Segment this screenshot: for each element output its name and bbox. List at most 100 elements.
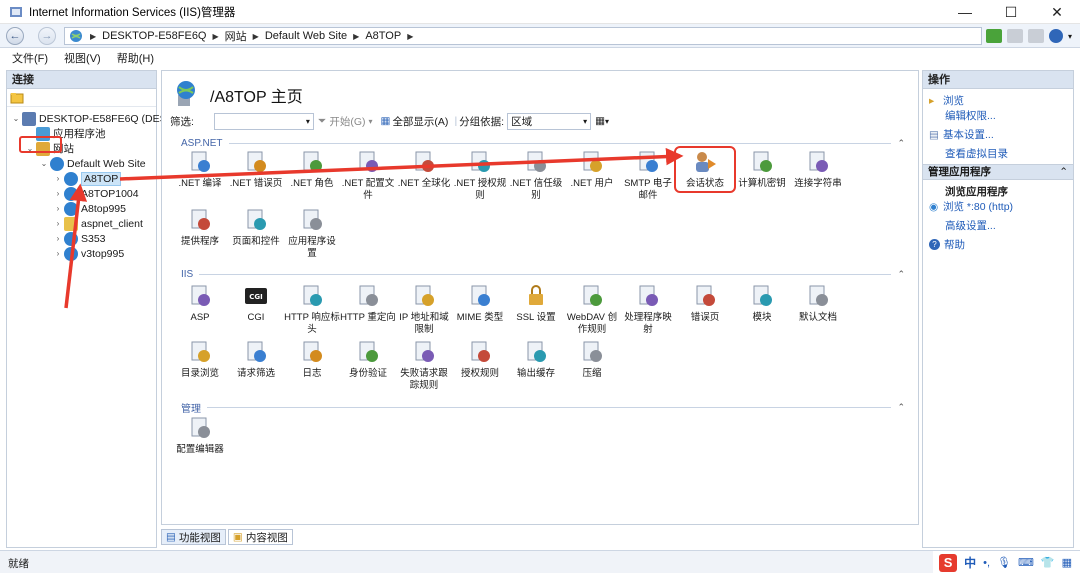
group-by-select[interactable]: 区域 ▾ — [507, 112, 592, 130]
feature-asp[interactable]: ASP — [172, 283, 228, 324]
feature-session-state[interactable]: 会话状态 — [674, 146, 736, 193]
feature-app-settings[interactable]: 应用程序设置 — [284, 207, 340, 260]
feature-failed-request[interactable]: 失败请求跟踪规则 — [396, 339, 452, 392]
feature-config-editor[interactable]: 配置编辑器 — [172, 415, 228, 456]
feature-directory-browsing[interactable]: 目录浏览 — [172, 339, 228, 380]
home-toolbar-icon[interactable] — [1027, 29, 1044, 43]
tab-features-view[interactable]: ▤ 功能视图 — [161, 529, 226, 545]
stop-toolbar-icon[interactable] — [1006, 29, 1023, 43]
sogou-logo-icon[interactable]: S — [939, 553, 958, 572]
minimize-button[interactable]: — — [942, 0, 988, 24]
breadcrumb-a8top[interactable]: A8TOP — [365, 30, 401, 42]
feature-net-compile[interactable]: .NET 编译 — [172, 149, 228, 190]
feature-error-pages[interactable]: 错误页 — [677, 283, 733, 324]
expand-toggle-icon[interactable]: › — [53, 234, 63, 243]
feature-smtp-email[interactable]: SMTP 电子邮件 — [620, 149, 676, 202]
browse-port-action[interactable]: ◉ 浏览 *:80 (http) — [929, 199, 1013, 214]
collapse-icon[interactable]: ⌃ — [897, 269, 905, 280]
keyboard-icon[interactable]: ⌨ — [1018, 556, 1034, 569]
tree-node[interactable]: › A8TOP — [53, 171, 122, 186]
expand-toggle-icon[interactable]: › — [53, 189, 63, 198]
edit-permissions-action[interactable]: 编辑权限... — [945, 108, 996, 123]
feature-default-document[interactable]: 默认文档 — [790, 283, 846, 324]
expand-toggle-icon[interactable]: ⌄ — [39, 159, 49, 168]
toolbox-icon[interactable]: ▦ — [1062, 556, 1072, 569]
close-button[interactable]: ✕ — [1034, 0, 1080, 24]
feature-providers[interactable]: 提供程序 — [172, 207, 228, 248]
feature-net-authorization[interactable]: .NET 授权规则 — [452, 149, 508, 202]
feature-net-roles[interactable]: .NET 角色 — [284, 149, 340, 190]
feature-authorization-rules[interactable]: 授权规则 — [452, 339, 508, 380]
browse-link[interactable]: 浏览 — [943, 93, 964, 108]
tree-node[interactable]: ⌄ Default Web Site — [39, 156, 146, 171]
feature-compression[interactable]: 压缩 — [564, 339, 620, 380]
breadcrumb-sites[interactable]: 网站 — [225, 28, 247, 44]
feature-webdav[interactable]: WebDAV 创作规则 — [564, 283, 620, 336]
breadcrumb-server[interactable]: DESKTOP-E58FE6Q — [102, 30, 206, 42]
basic-settings-action[interactable]: ▤ 基本设置... — [929, 127, 994, 142]
feature-modules[interactable]: 模块 — [734, 283, 790, 324]
back-button[interactable]: ← — [6, 26, 24, 45]
feature-net-profile[interactable]: .NET 配置文件 — [340, 149, 396, 202]
section-header[interactable]: ASP.NET ⌃ — [181, 137, 905, 149]
ime-language[interactable]: 中 — [964, 554, 976, 571]
feature-net-globalization[interactable]: .NET 全球化 — [396, 149, 452, 190]
start-filter-button[interactable]: ⏷ 开始(G) ▾ — [318, 114, 373, 129]
feature-request-filtering[interactable]: 请求筛选 — [228, 339, 284, 380]
feature-ip-restrictions[interactable]: IP 地址和域限制 — [396, 283, 452, 336]
tree-node[interactable]: › S353 — [53, 231, 106, 246]
view-mode-button[interactable]: ▦ ▾ — [595, 115, 609, 127]
menu-file[interactable]: 文件(F) — [12, 50, 48, 66]
help-action[interactable]: ? 帮助 — [929, 237, 965, 252]
feature-net-trust[interactable]: .NET 信任级别 — [508, 149, 564, 202]
tree-node[interactable]: › A8top995 — [53, 201, 126, 216]
maximize-button[interactable]: ☐ — [988, 0, 1034, 24]
expand-toggle-icon[interactable]: ⌄ — [11, 114, 21, 123]
collapse-icon[interactable]: ⌃ — [1059, 165, 1068, 180]
tree-node[interactable]: › A8TOP1004 — [53, 186, 139, 201]
collapse-icon[interactable]: ⌃ — [897, 138, 905, 149]
feature-net-error-page[interactable]: .NET 错误页 — [228, 149, 284, 190]
menu-help[interactable]: 帮助(H) — [117, 50, 154, 66]
help-toolbar-icon[interactable] — [1048, 29, 1063, 43]
edit-permissions-link[interactable]: 编辑权限... — [945, 108, 996, 123]
connect-icon[interactable] — [10, 92, 24, 104]
advanced-settings-link[interactable]: 高级设置... — [945, 218, 996, 233]
help-link[interactable]: 帮助 — [944, 237, 965, 252]
breadcrumb-default-site[interactable]: Default Web Site — [265, 30, 347, 42]
menu-view[interactable]: 视图(V) — [64, 50, 101, 66]
collapse-icon[interactable]: ⌃ — [897, 402, 905, 413]
breadcrumb[interactable]: ▶ DESKTOP-E58FE6Q ▶ 网站 ▶ Default Web Sit… — [64, 27, 982, 45]
tree-node[interactable]: › v3top995 — [53, 246, 124, 261]
filter-input[interactable]: ▾ — [213, 112, 314, 130]
expand-toggle-icon[interactable]: › — [53, 219, 63, 228]
feature-mime-types[interactable]: MIME 类型 — [452, 283, 508, 324]
microphone-icon[interactable]: 🎙 — [997, 556, 1011, 569]
expand-toggle-icon[interactable]: › — [53, 174, 63, 183]
expand-toggle-icon[interactable]: › — [53, 249, 63, 258]
manage-app-header[interactable]: 管理应用程序 ⌃ — [923, 164, 1073, 180]
feature-connection-strings[interactable]: 连接字符串 — [790, 149, 846, 190]
help-dropdown-icon[interactable]: ▾ — [1068, 32, 1072, 41]
view-vdirs-link[interactable]: 查看虚拟目录 — [945, 146, 1008, 161]
feature-output-caching[interactable]: 输出缓存 — [508, 339, 564, 380]
show-all-button[interactable]: ▦ 全部显示(A) — [381, 114, 449, 129]
tree-node[interactable]: › aspnet_client — [53, 216, 143, 231]
skin-icon[interactable]: 👕 — [1041, 556, 1055, 569]
browse-port-link[interactable]: 浏览 *:80 (http) — [943, 199, 1013, 214]
feature-logging[interactable]: 日志 — [284, 339, 340, 380]
feature-handler-mappings[interactable]: 处理程序映射 — [620, 283, 676, 336]
feature-machine-key[interactable]: 计算机密钥 — [734, 149, 790, 190]
tab-content-view[interactable]: ▣ 内容视图 — [227, 529, 293, 545]
tree-node[interactable]: ⌄ DESKTOP-E58FE6Q (DESKT — [11, 111, 180, 126]
feature-net-users[interactable]: .NET 用户 — [564, 149, 620, 190]
feature-http-headers[interactable]: HTTP 响应标头 — [284, 283, 340, 336]
punctuation-icon[interactable]: •, — [983, 557, 990, 569]
feature-http-redirect[interactable]: HTTP 重定向 — [340, 283, 396, 324]
section-header[interactable]: IIS ⌃ — [181, 268, 905, 280]
feature-cgi[interactable]: CGI CGI — [228, 283, 284, 324]
feature-ssl-lock[interactable]: SSL 设置 — [508, 283, 564, 324]
refresh-toolbar-icon[interactable] — [985, 29, 1002, 43]
expand-toggle-icon[interactable]: › — [53, 204, 63, 213]
section-header[interactable]: 管理 ⌃ — [181, 401, 905, 415]
